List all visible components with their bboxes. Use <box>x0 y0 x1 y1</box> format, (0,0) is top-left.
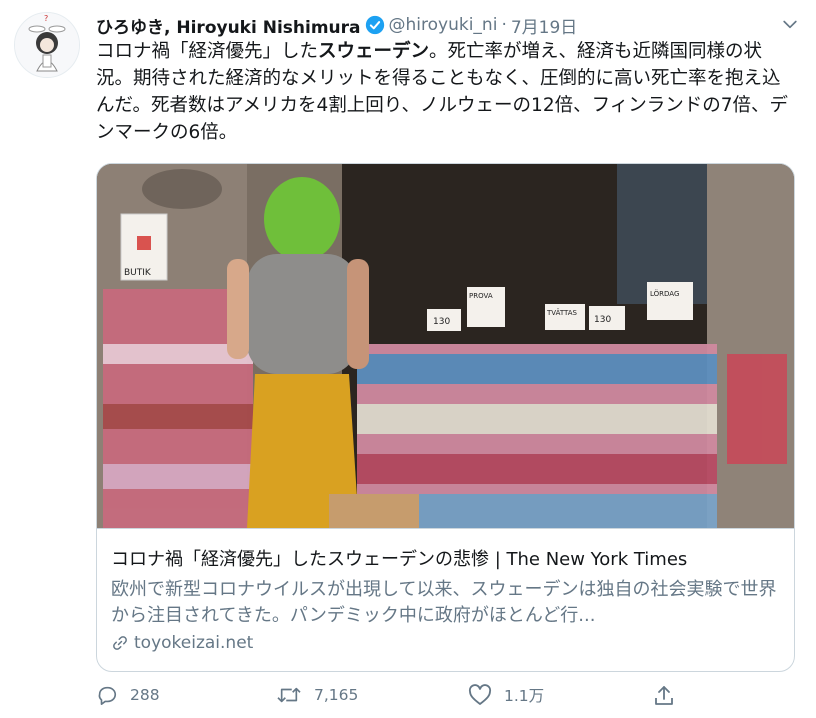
sign-butik: BUTIK <box>124 268 152 278</box>
link-card[interactable]: BUTIK PROVA 130 TVÄTTAS 130 LÖRDAG コロナ禍「… <box>96 163 795 672</box>
card-body[interactable]: コロナ禍「経済優先」したスウェーデンの悲惨 | The New York Tim… <box>97 528 794 671</box>
reply-button[interactable]: 288 <box>96 684 160 706</box>
share-icon <box>655 686 673 705</box>
sign-lordag: LÖRDAG <box>650 289 679 298</box>
sign-prova: PROVA <box>469 292 493 300</box>
chevron-down-icon[interactable] <box>780 14 800 34</box>
tweet-text-bold: スウェーデン <box>318 41 430 62</box>
tweet-text: コロナ禍「経済優先」したスウェーデン。死亡率が増え、経済も近隣国同様の状況。期待… <box>96 38 796 146</box>
card-image[interactable]: BUTIK PROVA 130 TVÄTTAS 130 LÖRDAG <box>97 164 794 529</box>
card-photo: BUTIK PROVA 130 TVÄTTAS 130 LÖRDAG <box>97 164 794 529</box>
user-handle[interactable]: @hiroyuki_ni <box>389 15 498 35</box>
svg-text:?: ? <box>44 14 48 23</box>
avatar[interactable]: ? <box>14 12 80 78</box>
display-name[interactable]: ひろゆき, Hiroyuki Nishimura <box>96 13 361 38</box>
like-icon <box>468 684 492 705</box>
retweet-button[interactable]: 7,165 <box>276 684 358 706</box>
reply-count: 288 <box>130 686 160 704</box>
sign-price-130b: 130 <box>594 315 611 325</box>
tweet-actions: 288 7,165 1.1万 <box>96 684 696 714</box>
tweet-text-part1: コロナ禍「経済優先」した <box>96 41 319 62</box>
like-count: 1.1万 <box>504 687 545 705</box>
tweet-date[interactable]: 7月19日 <box>511 13 577 38</box>
verified-badge-icon <box>365 15 384 35</box>
card-title[interactable]: コロナ禍「経済優先」したスウェーデンの悲惨 | The New York Tim… <box>111 545 784 571</box>
tweet-header: ひろゆき, Hiroyuki Nishimura @hiroyuki_ni · … <box>96 12 800 38</box>
separator-dot: · <box>501 15 507 35</box>
share-button[interactable] <box>652 684 688 708</box>
sign-price-130a: 130 <box>433 317 450 327</box>
card-description: 欧州で新型コロナウイルスが出現して以来、スウェーデンは独自の社会実験で世界から注… <box>111 579 777 626</box>
retweet-count: 7,165 <box>314 686 359 704</box>
sign-tvattas: TVÄTTAS <box>546 308 578 317</box>
avatar-illustration: ? <box>15 13 79 77</box>
retweet-icon <box>277 687 301 703</box>
like-button[interactable]: 1.1万 <box>468 684 544 706</box>
reply-icon <box>98 686 117 705</box>
card-domain-text: toyokeizai.net <box>134 633 254 653</box>
link-icon <box>113 636 127 650</box>
card-domain[interactable]: toyokeizai.net <box>111 633 253 653</box>
